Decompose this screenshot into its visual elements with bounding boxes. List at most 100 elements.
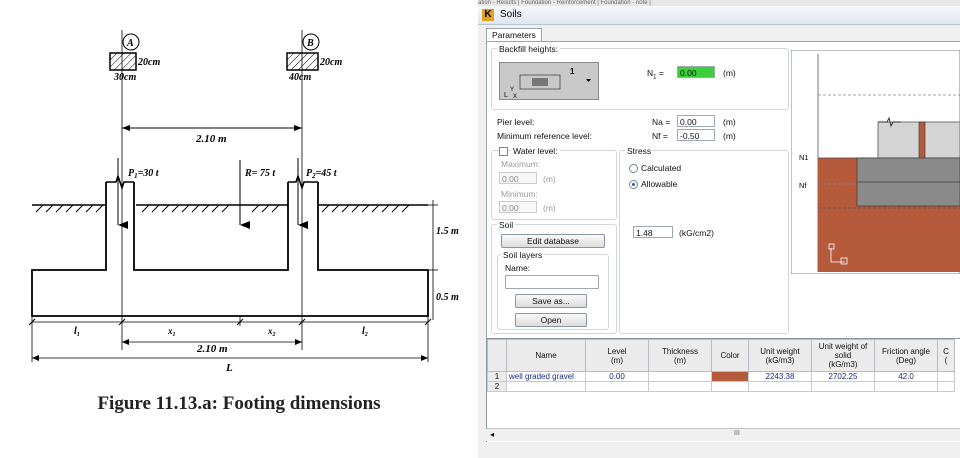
backfill-heights-title: Backfill heights: [497, 44, 561, 54]
footing-shape [856, 157, 960, 185]
dim-l2: l2 [362, 326, 368, 338]
cell-level[interactable]: 0.00 [585, 371, 649, 382]
minimum-label: Minimum: [501, 189, 538, 199]
na-label: Na = [652, 117, 671, 127]
dim-x2: x2 [267, 326, 276, 338]
footing-figure: A 20cm 30cm B 20cm 40cm 2.10 m P1=30 t R… [0, 0, 478, 458]
stress-title: Stress [625, 146, 654, 156]
cell-unit-weight-solid[interactable]: 2702.25 [811, 371, 875, 382]
section-n1-label: N1 [799, 153, 809, 162]
load-p2-label: P2=45 t [306, 168, 338, 180]
window-title: Soils [500, 9, 522, 20]
cell-unit-weight[interactable]: 2243.38 [748, 371, 812, 382]
load-r-label: R= 75 t [244, 168, 276, 179]
chevron-down-icon [586, 79, 591, 82]
thickness-label: 0.5 m [436, 292, 459, 303]
column-b-width: 40cm [288, 72, 311, 83]
name-input[interactable] [505, 275, 599, 289]
water-level-checkbox[interactable] [499, 147, 508, 156]
ground-hatching [35, 204, 410, 213]
cell-friction[interactable] [874, 381, 938, 392]
col-unit-weight-header[interactable]: Unit weight (kG/m3) [748, 339, 812, 372]
svg-text:L: L [504, 92, 508, 99]
cross-section-view: N1 Nf [791, 50, 960, 274]
tab-strip: Parameters [486, 28, 542, 42]
bottom-spacing-label: 2.10 m [196, 343, 228, 355]
col-c-header[interactable]: C ( [937, 339, 955, 372]
scroll-left-icon[interactable]: ◂ [490, 430, 494, 439]
cell-color[interactable] [711, 381, 749, 392]
open-button[interactable]: Open [515, 313, 587, 327]
cell-color[interactable] [711, 371, 749, 382]
backfill-preview-icon: L Y X 1 [504, 67, 591, 100]
minimum-input[interactable]: 0.00 [499, 201, 537, 213]
app-icon: K [482, 9, 494, 21]
n1-label: N1 = [647, 68, 664, 81]
title-bar: K Soils [478, 6, 960, 25]
stress-group [619, 150, 789, 334]
cell-thickness[interactable] [648, 371, 712, 382]
calculated-radio[interactable] [629, 164, 638, 173]
column-b-section [286, 52, 319, 71]
water-level-label: Water level: [511, 146, 560, 156]
col-unit-weight-solid-header[interactable]: Unit weight of solid (kG/m3) [811, 339, 875, 372]
dim-total: L [225, 362, 233, 374]
cell-c[interactable] [937, 381, 955, 392]
row-number: 2 [487, 381, 507, 392]
save-as-button[interactable]: Save as... [515, 294, 587, 308]
col-thickness-header[interactable]: Thickness (m) [648, 339, 712, 372]
col-level-header[interactable]: Level (m) [585, 339, 649, 372]
column-b-label: B [306, 38, 314, 49]
backfill-selected: 1 [570, 67, 575, 76]
maximum-label: Maximum: [501, 159, 541, 169]
cell-friction[interactable]: 42.0 [874, 371, 938, 382]
n1-input[interactable]: 0.00 [677, 66, 715, 78]
name-label: Name: [505, 263, 531, 273]
stress-unit: (kG/cm2) [679, 228, 714, 238]
table-header-row: Name Level (m) Thickness (m) Color Unit … [487, 339, 955, 372]
cell-c[interactable] [937, 371, 955, 382]
col-color-header[interactable]: Color [711, 339, 749, 372]
footing-outline [31, 182, 429, 317]
pier-level-label: Pier level: [497, 117, 535, 127]
top-spacing-label: 2.10 m [195, 133, 227, 145]
na-input[interactable]: 0.00 [677, 115, 715, 127]
bottom-bar [478, 442, 960, 458]
col-friction-header[interactable]: Friction angle (Deg) [874, 339, 938, 372]
horizontal-scrollbar[interactable]: ◂ III [486, 428, 960, 441]
section-nf-label: Nf [799, 181, 807, 190]
column-a-height: 20cm [137, 57, 160, 68]
edit-database-button[interactable]: Edit database [501, 234, 605, 248]
maximum-input[interactable]: 0.00 [499, 172, 537, 184]
cell-thickness[interactable] [648, 381, 712, 392]
table-row[interactable]: 1 well graded gravel 0.00 2243.38 2702.2… [487, 371, 955, 382]
nf-unit: (m) [723, 131, 736, 141]
scroll-thumb[interactable]: III [734, 430, 740, 437]
cell-name[interactable] [506, 381, 586, 392]
column-a-width: 30cm [113, 72, 136, 83]
row-number: 1 [487, 371, 507, 382]
maximum-unit: (m) [543, 174, 556, 184]
allowable-label: Allowable [641, 179, 678, 189]
stress-input[interactable]: 1.48 [633, 226, 673, 238]
figure-caption: Figure 11.13.a: Footing dimensions [97, 393, 381, 414]
col-name-header[interactable]: Name [506, 339, 586, 372]
depth-label: 1.5 m [436, 226, 459, 237]
nf-input[interactable]: -0.50 [677, 129, 715, 141]
cell-level[interactable] [585, 381, 649, 392]
cell-name[interactable]: well graded gravel [506, 371, 586, 382]
tab-parameters[interactable]: Parameters [486, 28, 542, 41]
column-a-section [109, 52, 137, 71]
soil-layers-table: Name Level (m) Thickness (m) Color Unit … [487, 339, 955, 392]
backfill-selector[interactable]: L Y X 1 [499, 62, 599, 100]
allowable-radio[interactable] [629, 180, 638, 189]
footing-diagram: A 20cm 30cm B 20cm 40cm 2.10 m P1=30 t R… [28, 30, 459, 374]
row-number-header [487, 339, 507, 372]
cell-unit-weight[interactable] [748, 381, 812, 392]
soil-title: Soil [497, 220, 516, 230]
cell-unit-weight-solid[interactable] [811, 381, 875, 392]
na-unit: (m) [723, 117, 736, 127]
dim-l1: l1 [74, 326, 80, 338]
table-row[interactable]: 2 [487, 381, 955, 392]
min-ref-level-label: Minimum reference level: [497, 131, 592, 141]
